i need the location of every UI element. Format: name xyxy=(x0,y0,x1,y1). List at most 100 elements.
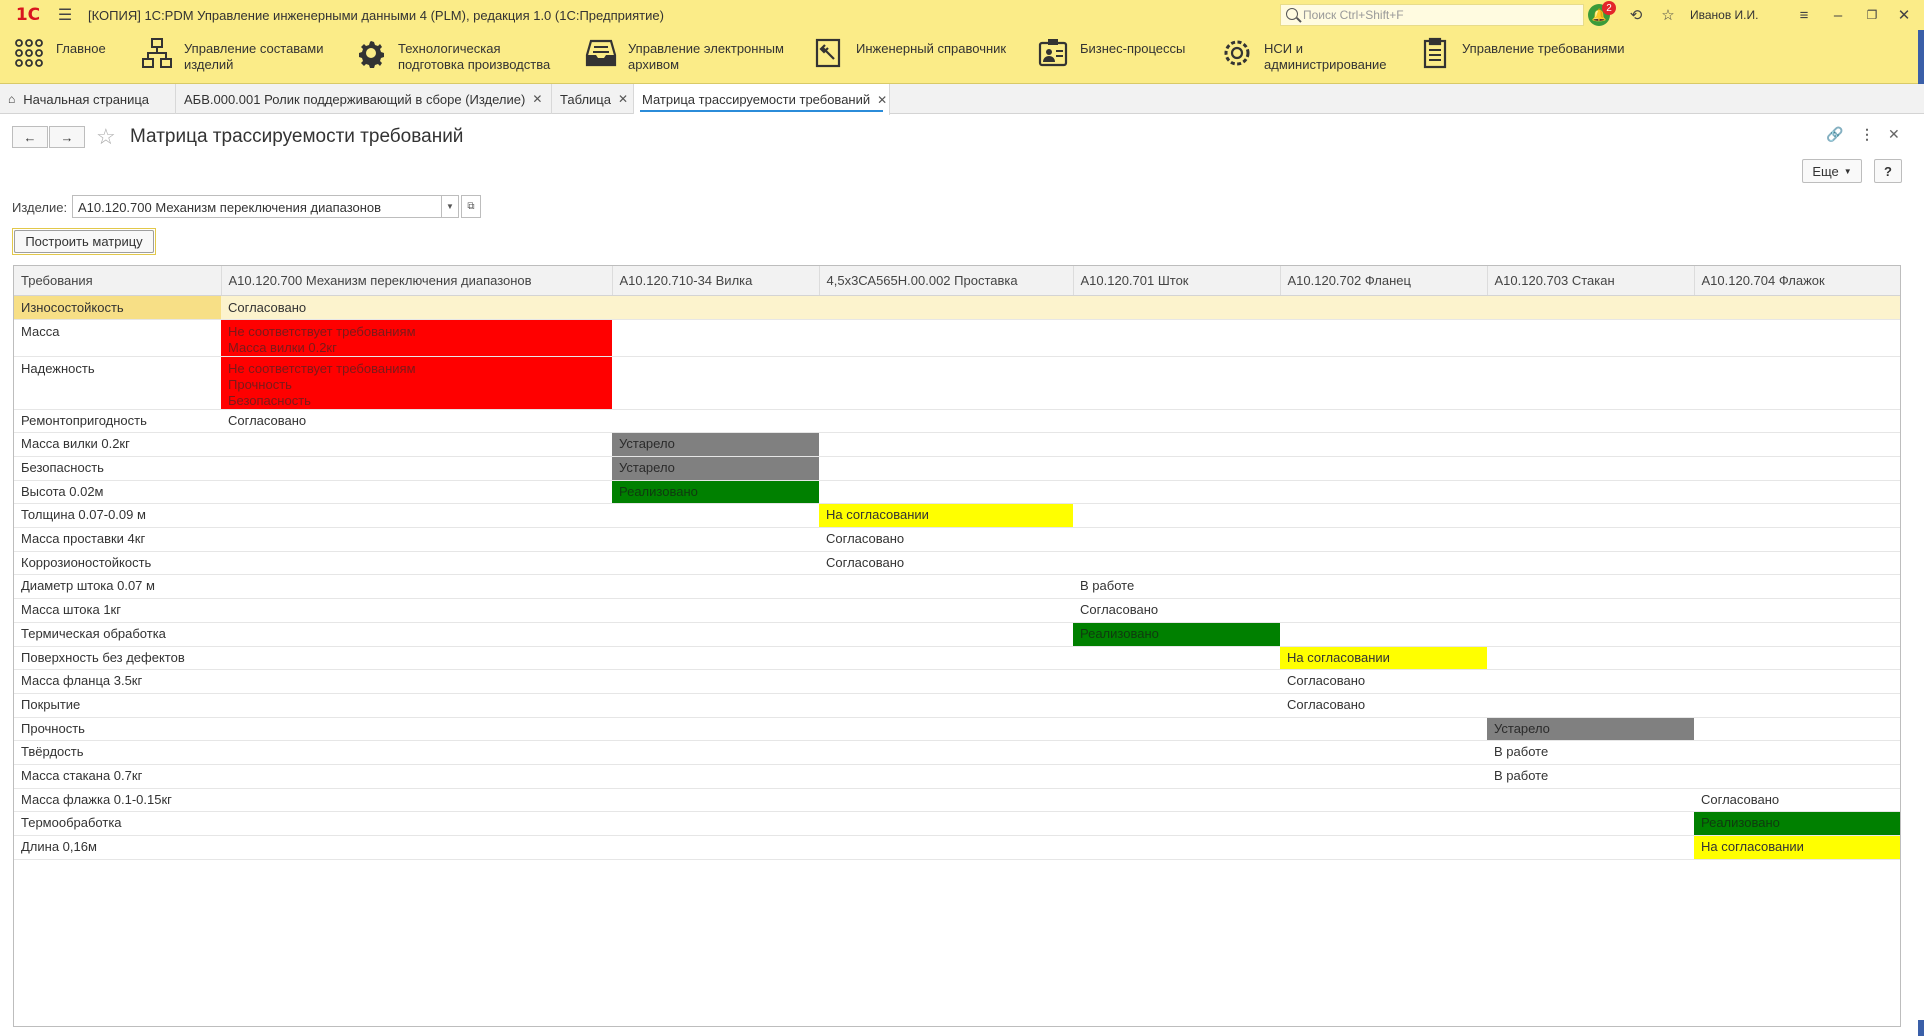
matrix-row[interactable]: Твёрдость В работе xyxy=(14,740,1900,766)
status-cell[interactable]: Не соответствует требованиям Масса вилки… xyxy=(221,319,612,357)
empty-cell[interactable] xyxy=(819,835,1073,860)
requirement-cell[interactable]: Термообработка xyxy=(14,811,221,837)
status-cell[interactable]: Реализовано xyxy=(1694,811,1900,837)
help-button[interactable]: ? xyxy=(1874,159,1902,183)
matrix-row[interactable]: Покрытие Согласовано xyxy=(14,693,1900,718)
matrix-row[interactable]: Прочность Устарело xyxy=(14,717,1900,742)
status-cell[interactable]: В работе xyxy=(1487,740,1694,766)
requirement-cell[interactable]: Износостойкость xyxy=(14,295,221,320)
requirement-cell[interactable]: Поверхность без дефектов xyxy=(14,646,221,671)
status-cell[interactable]: Не соответствует требованиям Прочность Б… xyxy=(221,356,612,410)
empty-cell[interactable] xyxy=(1487,598,1694,623)
empty-cell[interactable] xyxy=(1487,669,1694,694)
empty-cell[interactable] xyxy=(221,693,612,718)
requirement-cell[interactable]: Масса штока 1кг xyxy=(14,598,221,623)
empty-cell[interactable] xyxy=(1280,409,1487,434)
empty-cell[interactable] xyxy=(612,811,819,837)
tab-table[interactable]: Таблица ✕ xyxy=(552,84,634,114)
empty-cell[interactable] xyxy=(819,693,1073,718)
empty-cell[interactable] xyxy=(612,693,819,718)
empty-cell[interactable] xyxy=(1694,456,1900,481)
empty-cell[interactable] xyxy=(1487,835,1694,860)
main-menu-icon[interactable]: ☰ xyxy=(50,0,80,30)
requirement-cell[interactable]: Ремонтопригодность xyxy=(14,409,221,434)
matrix-row[interactable]: Коррозионостойкость Согласовано xyxy=(14,551,1900,576)
empty-cell[interactable] xyxy=(612,764,819,789)
product-column-header[interactable]: А10.120.701 Шток xyxy=(1073,266,1281,296)
back-button[interactable]: ← xyxy=(12,126,48,148)
empty-cell[interactable] xyxy=(1073,356,1280,410)
empty-cell[interactable] xyxy=(612,717,819,742)
empty-cell[interactable] xyxy=(1487,480,1694,505)
empty-cell[interactable] xyxy=(1073,480,1280,505)
empty-cell[interactable] xyxy=(1694,646,1900,671)
empty-cell[interactable] xyxy=(1280,717,1487,742)
empty-cell[interactable] xyxy=(1073,835,1280,860)
empty-cell[interactable] xyxy=(1280,432,1487,457)
history-icon[interactable]: ⟲ xyxy=(1626,5,1646,25)
requirement-cell[interactable]: Длина 0,16м xyxy=(14,835,221,860)
requirement-cell[interactable]: Покрытие xyxy=(14,693,221,718)
build-matrix-button[interactable]: Построить матрицу xyxy=(12,228,156,255)
empty-cell[interactable] xyxy=(819,622,1073,647)
empty-cell[interactable] xyxy=(1280,551,1487,576)
empty-cell[interactable] xyxy=(1694,574,1900,600)
dropdown-icon[interactable]: ▼ xyxy=(441,195,459,218)
empty-cell[interactable] xyxy=(1280,527,1487,552)
product-field[interactable]: А10.120.700 Механизм переключения диапаз… xyxy=(72,195,442,218)
empty-cell[interactable] xyxy=(1694,356,1900,410)
matrix-row[interactable]: Масса стакана 0.7кг В работе xyxy=(14,764,1900,789)
empty-cell[interactable] xyxy=(1073,788,1280,813)
status-cell[interactable]: Согласовано xyxy=(221,409,612,434)
product-column-header[interactable]: А10.120.704 Флажок xyxy=(1694,266,1900,296)
empty-cell[interactable] xyxy=(1487,646,1694,671)
empty-cell[interactable] xyxy=(1487,432,1694,457)
empty-cell[interactable] xyxy=(819,319,1073,357)
empty-cell[interactable] xyxy=(1487,319,1694,357)
product-column-header[interactable]: 4,5х3СА565Н.00.002 Проставка xyxy=(819,266,1074,296)
empty-cell[interactable] xyxy=(1487,295,1694,320)
status-cell[interactable]: Устарело xyxy=(612,456,819,481)
empty-cell[interactable] xyxy=(1073,811,1280,837)
matrix-row[interactable]: Масса вилки 0.2кг Устарело xyxy=(14,432,1900,457)
requirement-cell[interactable]: Масса фланца 3.5кг xyxy=(14,669,221,694)
status-cell[interactable]: Реализовано xyxy=(612,480,819,505)
minimize-icon[interactable]: – xyxy=(1828,5,1848,25)
matrix-row[interactable]: Ремонтопригодность Согласовано xyxy=(14,409,1900,434)
empty-cell[interactable] xyxy=(1487,356,1694,410)
empty-cell[interactable] xyxy=(612,598,819,623)
requirement-cell[interactable]: Твёрдость xyxy=(14,740,221,766)
close-tab-icon[interactable]: ✕ xyxy=(618,92,628,106)
section-archive[interactable]: Управление электронным архивом xyxy=(584,36,794,78)
empty-cell[interactable] xyxy=(1694,740,1900,766)
matrix-row[interactable]: Поверхность без дефектов На согласовании xyxy=(14,646,1900,671)
empty-cell[interactable] xyxy=(1487,409,1694,434)
empty-cell[interactable] xyxy=(1073,740,1280,766)
empty-cell[interactable] xyxy=(1073,669,1280,694)
empty-cell[interactable] xyxy=(221,811,612,837)
user-name[interactable]: Иванов И.И. xyxy=(1690,8,1758,22)
empty-cell[interactable] xyxy=(221,432,612,457)
empty-cell[interactable] xyxy=(819,574,1073,600)
status-cell[interactable]: Устарело xyxy=(612,432,819,457)
empty-cell[interactable] xyxy=(612,740,819,766)
section-main[interactable]: Главное xyxy=(12,36,106,78)
empty-cell[interactable] xyxy=(221,622,612,647)
status-cell[interactable]: Согласовано xyxy=(1280,669,1487,694)
favorites-star-icon[interactable]: ☆ xyxy=(1658,5,1678,25)
status-cell[interactable]: Согласовано xyxy=(1280,693,1487,718)
empty-cell[interactable] xyxy=(1280,503,1487,529)
matrix-row[interactable]: Безопасность Устарело xyxy=(14,456,1900,481)
empty-cell[interactable] xyxy=(1073,319,1280,357)
empty-cell[interactable] xyxy=(1487,551,1694,576)
matrix-row[interactable]: Диаметр штока 0.07 м В работе xyxy=(14,574,1900,600)
status-cell[interactable]: Реализовано xyxy=(1073,622,1280,647)
empty-cell[interactable] xyxy=(221,527,612,552)
empty-cell[interactable] xyxy=(1280,598,1487,623)
section-tech-prep[interactable]: Технологическая подготовка производства xyxy=(354,36,564,78)
requirement-cell[interactable]: Масса проставки 4кг xyxy=(14,527,221,552)
matrix-row[interactable]: Толщина 0.07-0.09 м На согласовании xyxy=(14,503,1900,529)
empty-cell[interactable] xyxy=(612,669,819,694)
empty-cell[interactable] xyxy=(1280,456,1487,481)
link-icon[interactable]: 🔗 xyxy=(1826,126,1843,143)
